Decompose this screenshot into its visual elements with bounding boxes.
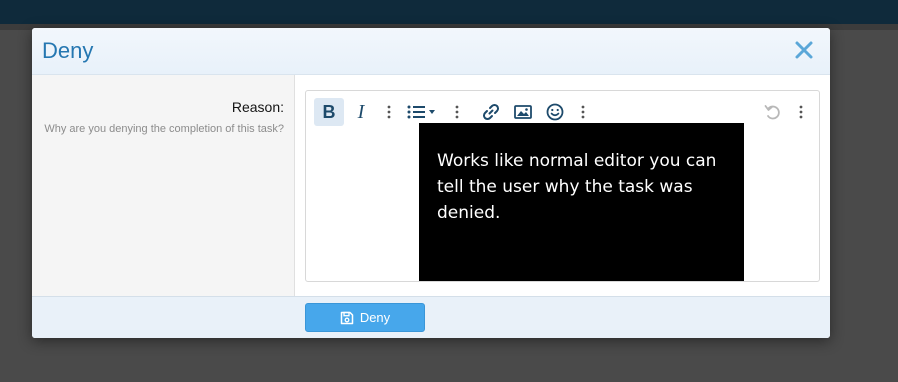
field-input-column: B I Works like normal editor you can tel…	[295, 75, 830, 296]
more-vertical-icon	[581, 105, 585, 119]
undo-icon	[764, 105, 780, 120]
image-icon	[514, 105, 532, 119]
italic-icon: I	[357, 100, 365, 123]
link-button[interactable]	[478, 98, 504, 126]
more-vertical-icon	[455, 105, 459, 119]
smiley-icon	[546, 103, 564, 121]
save-icon	[340, 311, 354, 324]
close-icon	[795, 41, 813, 59]
reason-hint: Why are you denying the completion of th…	[44, 123, 284, 135]
list-button[interactable]	[404, 98, 440, 126]
more-options-button[interactable]	[794, 98, 808, 126]
app-topbar	[0, 0, 898, 24]
smilie-button[interactable]	[542, 98, 568, 126]
deny-button-label: Deny	[359, 310, 391, 325]
annotation-text: Works like normal editor you can tell th…	[437, 151, 717, 223]
bold-button[interactable]: B	[314, 98, 344, 126]
close-button[interactable]	[794, 40, 814, 60]
italic-button[interactable]: I	[348, 98, 374, 126]
modal-header: Deny	[32, 28, 830, 75]
modal-body: Reason: Why are you denying the completi…	[32, 75, 830, 296]
annotation-overlay: Works like normal editor you can tell th…	[419, 123, 744, 281]
list-dropdown-icon	[407, 105, 435, 119]
bold-icon: B	[322, 101, 336, 122]
deny-button[interactable]: Deny	[305, 303, 425, 332]
more-vertical-icon	[799, 105, 803, 119]
more-vertical-icon	[387, 105, 391, 119]
reason-editor[interactable]: B I Works like normal editor you can tel…	[305, 90, 820, 282]
deny-modal: Deny Reason: Why are you denying the com…	[32, 28, 830, 338]
more-text-button[interactable]	[382, 98, 396, 126]
modal-footer: Deny	[32, 296, 830, 338]
undo-button[interactable]	[760, 98, 786, 126]
modal-title: Deny	[42, 38, 94, 63]
link-icon	[482, 103, 500, 121]
image-button[interactable]	[510, 98, 536, 126]
field-label-column: Reason: Why are you denying the completi…	[32, 75, 295, 296]
more-media-button[interactable]	[576, 98, 590, 126]
reason-label: Reason:	[231, 99, 284, 115]
more-insert-button[interactable]	[450, 98, 464, 126]
